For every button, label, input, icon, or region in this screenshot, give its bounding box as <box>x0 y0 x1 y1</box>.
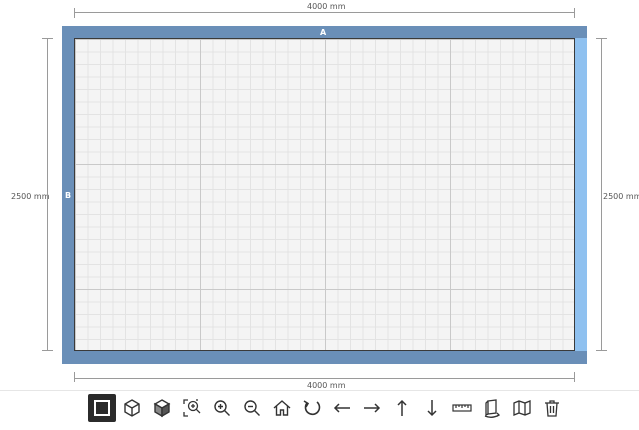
zoom-in-icon <box>214 400 230 416</box>
rotate-wall-button[interactable] <box>478 394 506 422</box>
zoom-out-button[interactable] <box>238 394 266 422</box>
square-2d-view-icon <box>94 400 110 416</box>
map-icon <box>513 400 531 416</box>
pan-right-button[interactable] <box>358 394 386 422</box>
bottom-dimension-label: 4000 mm <box>307 381 346 390</box>
bottom-dimension-line <box>74 378 575 379</box>
wall-b-label: B <box>65 191 72 200</box>
left-dimension-line <box>47 38 48 351</box>
arrow-down-icon <box>427 400 437 417</box>
home-icon <box>273 400 291 416</box>
right-dimension-line <box>601 38 602 351</box>
zoom-fit-button[interactable] <box>178 394 206 422</box>
wall-a-label: A <box>320 28 327 37</box>
left-dimension-label: 2500 mm <box>11 192 50 201</box>
trash-icon <box>545 400 559 417</box>
cube-solid-icon <box>153 399 171 418</box>
view-3d-solid-button[interactable] <box>148 394 176 422</box>
cube-outline-icon <box>124 399 140 417</box>
view-3d-wireframe-button[interactable] <box>118 394 146 422</box>
wall-bottom[interactable] <box>62 351 587 364</box>
rotate-button[interactable] <box>298 394 326 422</box>
wall-rotate-icon <box>484 399 501 418</box>
pan-down-button[interactable] <box>418 394 446 422</box>
floor-plan-canvas[interactable]: 4000 mm 4000 mm 2500 mm 2500 mm A B <box>0 0 639 390</box>
home-view-button[interactable] <box>268 394 296 422</box>
right-dimension-label: 2500 mm <box>603 192 639 201</box>
pan-left-button[interactable] <box>328 394 356 422</box>
view-toolbar <box>88 392 566 424</box>
ruler-icon <box>452 404 472 412</box>
top-dimension-line <box>74 12 575 13</box>
top-dimension-label: 4000 mm <box>307 2 346 11</box>
pan-up-button[interactable] <box>388 394 416 422</box>
arrow-up-icon <box>397 399 407 416</box>
measure-button[interactable] <box>448 394 476 422</box>
zoom-in-button[interactable] <box>208 394 236 422</box>
wall-right-selected[interactable] <box>575 38 587 351</box>
toolbar-divider <box>0 390 639 391</box>
arrow-left-icon <box>333 403 350 413</box>
delete-button[interactable] <box>538 394 566 422</box>
rotate-icon <box>303 400 321 416</box>
arrow-right-icon <box>364 403 381 413</box>
zoom-fit-icon <box>183 399 201 417</box>
floor-grid[interactable] <box>74 38 575 351</box>
view-2d-button[interactable] <box>88 394 116 422</box>
zoom-out-icon <box>244 400 260 416</box>
map-view-button[interactable] <box>508 394 536 422</box>
